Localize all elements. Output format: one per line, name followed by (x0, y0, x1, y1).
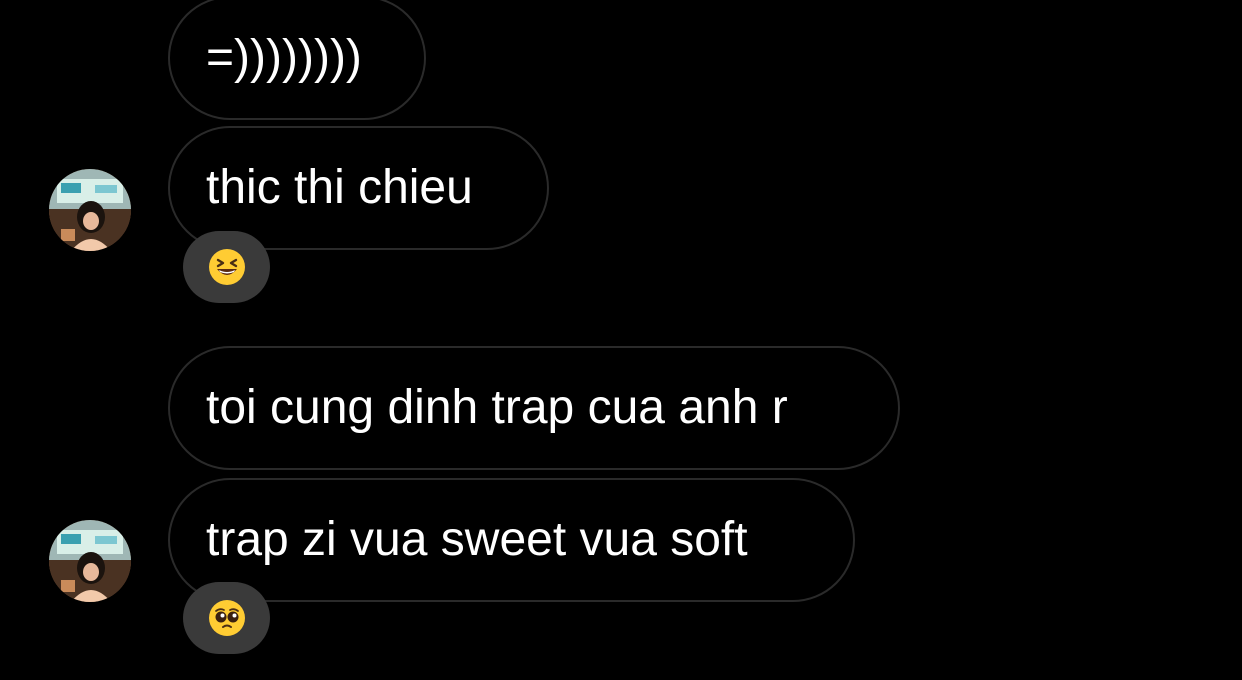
message-text: =)))))))) (206, 31, 362, 84)
message-text: trap zi vua sweet vua soft (206, 513, 748, 566)
grinning-squinting-face-icon (208, 249, 245, 285)
message-bubble[interactable]: =)))))))) (168, 0, 426, 120)
pleading-face-icon (208, 600, 245, 636)
message-text: toi cung dinh trap cua anh r (206, 381, 788, 434)
sender-avatar[interactable] (49, 520, 131, 602)
message-bubble[interactable]: toi cung dinh trap cua anh r (168, 346, 900, 470)
message-text: thic thi chieu (206, 161, 473, 214)
sender-avatar[interactable] (49, 169, 131, 251)
message-bubble[interactable]: trap zi vua sweet vua soft (168, 478, 855, 602)
message-reaction[interactable] (183, 582, 270, 654)
message-reaction[interactable] (183, 231, 270, 303)
